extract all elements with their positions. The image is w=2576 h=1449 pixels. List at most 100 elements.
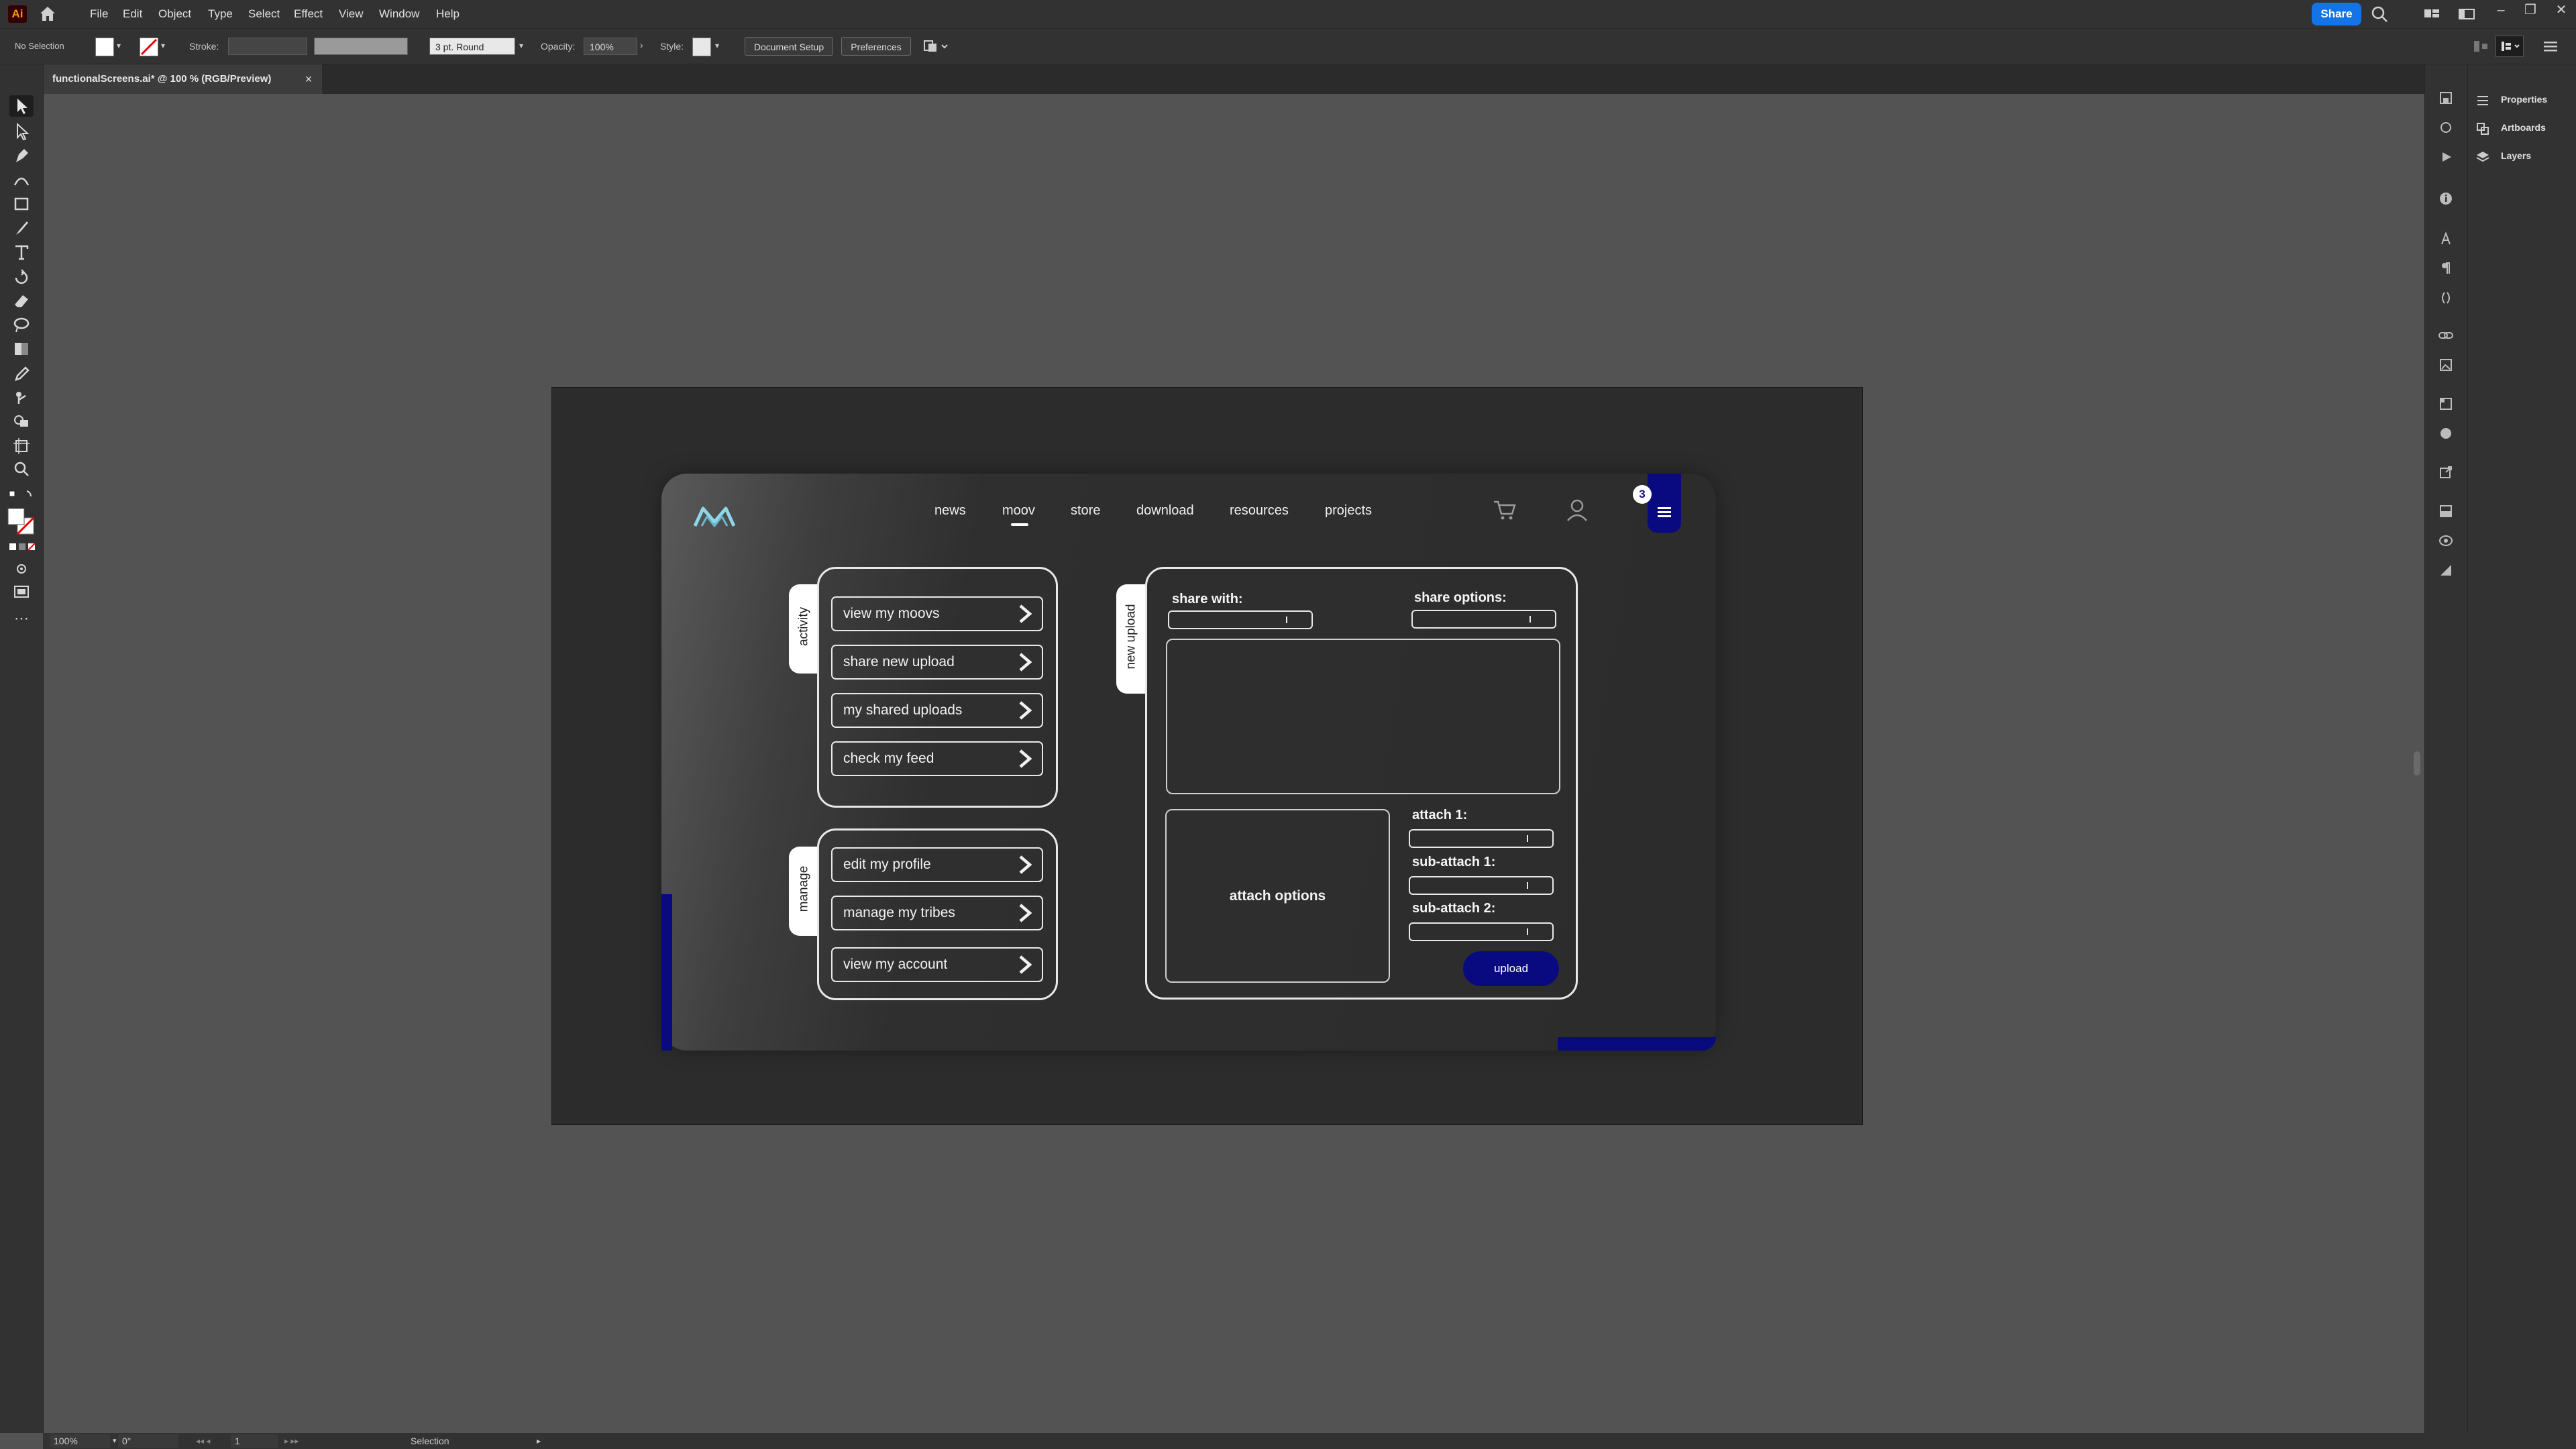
export-icon[interactable] [2436,463,2455,482]
nav-projects[interactable]: projects [1325,503,1372,519]
close-icon[interactable]: × [301,64,317,94]
minimize-icon[interactable]: – [2486,0,2516,20]
cart-icon[interactable] [1492,498,1517,522]
paintbrush-tool-icon[interactable] [9,217,34,239]
menu-view[interactable]: View [339,0,364,28]
edit-my-profile-button[interactable]: edit my profile [831,847,1043,882]
links-panel-icon[interactable] [2436,326,2455,345]
manage-my-tribes-button[interactable]: manage my tribes [831,896,1043,930]
nav-store[interactable]: store [1071,503,1100,519]
share-with-dropdown[interactable] [1168,610,1313,629]
transform-panel-icon[interactable] [2436,394,2455,413]
home-icon[interactable] [38,4,58,23]
stroke-weight-field[interactable] [228,38,307,55]
rotation-field[interactable]: 0° [118,1434,178,1448]
nav-moov[interactable]: moov [1002,503,1035,519]
vertical-scrollbar-thumb[interactable] [2414,751,2420,775]
restore-icon[interactable]: ❐ [2516,0,2545,20]
direct-selection-tool-icon[interactable] [9,121,34,142]
puppet-warp-tool-icon[interactable] [9,386,34,408]
activity-tab[interactable]: activity [789,584,818,674]
image-trace-icon[interactable] [2436,356,2455,374]
nav-download[interactable]: download [1136,503,1194,519]
color-mode-icons[interactable] [8,541,36,554]
curvature-tool-icon[interactable] [9,169,34,191]
share-new-upload-button[interactable]: share new upload [831,645,1043,680]
share-options-dropdown[interactable] [1411,610,1556,629]
align-icon[interactable] [2471,37,2490,56]
chevron-down-icon[interactable]: ▾ [117,41,121,50]
artboard-nav-next-icon[interactable]: ▸ ▸▸ [284,1434,299,1448]
lasso-tool-icon[interactable] [9,314,34,335]
brush-definition-field[interactable]: 3 pt. Round [429,38,515,55]
menu-type[interactable]: Type [208,0,233,28]
arrange-documents-icon[interactable] [2422,4,2442,24]
more-tools-icon[interactable]: ⋯ [9,611,34,628]
my-shared-uploads-button[interactable]: my shared uploads [831,693,1043,728]
sub-attach-2-dropdown[interactable] [1409,922,1554,941]
rotate-tool-icon[interactable] [9,266,34,287]
rectangle-tool-icon[interactable] [9,193,34,215]
attach-options-box[interactable]: attach options [1165,809,1390,983]
nav-news[interactable]: news [934,503,966,519]
check-my-feed-button[interactable]: check my feed [831,741,1043,776]
eyedropper-tool-icon[interactable] [9,362,34,384]
eraser-tool-icon[interactable] [9,290,34,311]
nav-resources[interactable]: resources [1230,503,1289,519]
libraries-icon[interactable] [2436,118,2455,137]
share-button[interactable]: Share [2312,3,2361,25]
moov-logo-icon[interactable] [692,503,737,530]
sub-attach-1-dropdown[interactable] [1409,876,1554,895]
gradient-tool-icon[interactable] [9,338,34,360]
variable-width-profile[interactable] [314,38,408,55]
manage-tab[interactable]: manage [789,847,818,936]
fill-swatch[interactable] [95,38,114,56]
chevron-down-icon[interactable]: ▾ [113,1434,117,1448]
shape-builder-tool-icon[interactable] [9,411,34,432]
menu-lines-icon[interactable] [2542,38,2559,54]
swatches-panel-icon[interactable] [2436,502,2455,521]
layers-tab[interactable]: Layers [2475,144,2531,168]
gradient-panel-icon[interactable] [2436,561,2455,580]
menu-edit[interactable]: Edit [123,0,142,28]
menu-file[interactable]: File [90,0,108,28]
stroke-swatch[interactable] [140,38,158,56]
close-window-icon[interactable]: ✕ [2546,0,2576,20]
attach-1-dropdown[interactable] [1409,829,1554,848]
default-colors-icon[interactable] [8,488,35,507]
menu-help[interactable]: Help [436,0,460,28]
view-my-moovs-button[interactable]: view my moovs [831,596,1043,631]
character-panel-icon[interactable] [2436,229,2455,248]
fill-stroke-swatches[interactable] [7,507,38,538]
pen-tool-icon[interactable] [9,145,34,166]
selection-tool-icon[interactable] [9,95,34,117]
screen-mode-icon[interactable] [9,581,34,602]
view-my-account-button[interactable]: view my account [831,947,1043,982]
document-setup-button[interactable]: Document Setup [745,37,833,56]
preferences-button[interactable]: Preferences [841,37,911,56]
upload-button[interactable]: upload [1463,951,1559,986]
upload-content-area[interactable] [1166,639,1560,794]
chevron-right-icon[interactable]: › [640,40,643,50]
paragraph-panel-icon[interactable] [2436,259,2455,278]
menu-object[interactable]: Object [158,0,191,28]
properties-tab[interactable]: Properties [2475,87,2547,111]
artboard-number-field[interactable]: 1 [231,1434,278,1448]
chevron-down-icon[interactable]: ▾ [715,41,719,50]
info-icon[interactable] [2436,189,2455,208]
color-panel-icon[interactable] [2436,531,2455,550]
appearance-panel-icon[interactable] [2436,424,2455,443]
menu-select[interactable]: Select [248,0,280,28]
search-icon[interactable] [2369,4,2390,24]
artboards-tab[interactable]: Artboards [2475,115,2546,140]
workspace-switcher-icon[interactable] [2457,4,2477,24]
panel-options-icon[interactable] [2496,36,2524,57]
arrange-icon[interactable] [922,37,949,56]
play-actions-icon[interactable] [2436,148,2455,166]
menu-effect[interactable]: Effect [294,0,323,28]
user-icon[interactable] [1565,498,1589,523]
zoom-field[interactable]: 100% [50,1434,110,1448]
draw-mode-icon[interactable] [9,558,34,580]
zoom-tool-icon[interactable] [9,459,34,480]
properties-panel-icon[interactable] [2436,89,2455,107]
